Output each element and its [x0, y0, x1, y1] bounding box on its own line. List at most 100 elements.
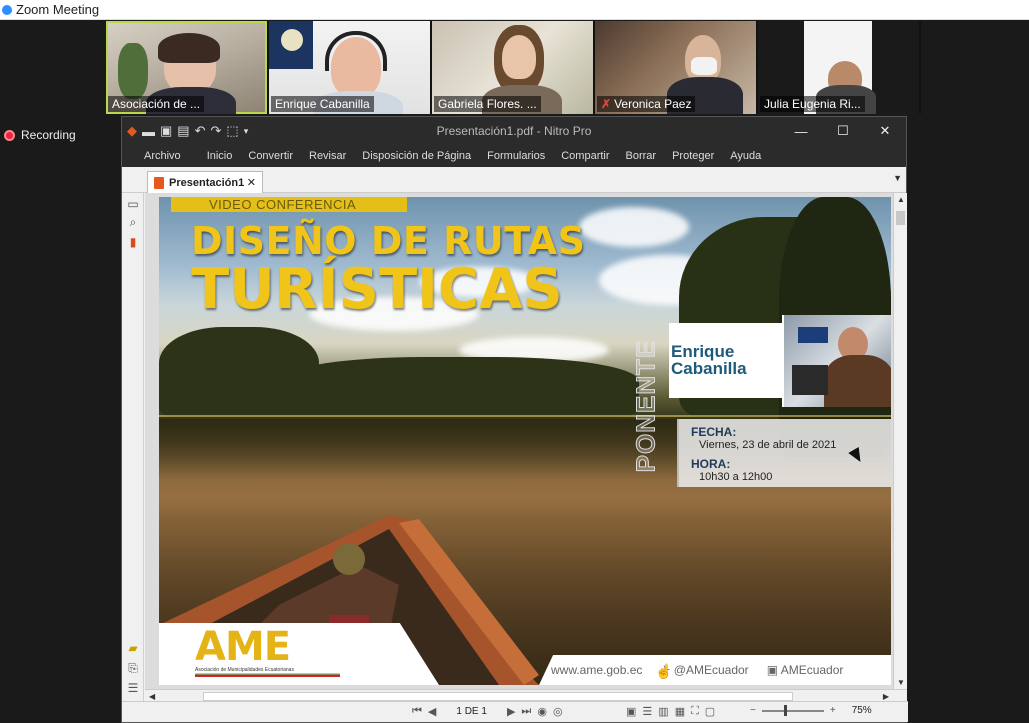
speaker-photo — [782, 315, 891, 407]
speaker-last-name: Cabanilla — [671, 359, 747, 378]
participant-name: Julia Eugenia Ri... — [760, 96, 865, 112]
zoom-level[interactable]: 75% — [852, 705, 872, 716]
ponente-label: PONENTE — [630, 339, 661, 473]
menu-compartir[interactable]: Compartir — [553, 150, 617, 162]
participant-gallery: Asociación de ... Enrique Cabanilla Gabr… — [106, 21, 921, 114]
menu-formularios[interactable]: Formularios — [479, 150, 553, 162]
pdf-file-icon — [154, 176, 164, 189]
continuous-view-icon[interactable]: ☰ — [642, 705, 652, 718]
bookmarks-panel-icon[interactable]: ▮ — [126, 235, 140, 249]
participant-name: Asociación de ... — [108, 96, 205, 112]
pdf-page-slide: VIDEO CONFERENCIA DISEÑO DE RUTAS TURÍST… — [159, 197, 891, 685]
vertical-scrollbar[interactable]: ▲ ▼ — [893, 193, 907, 689]
facing-view-icon[interactable]: ▥ — [658, 705, 668, 718]
slide-banner: VIDEO CONFERENCIA — [171, 197, 407, 212]
search-panel-icon[interactable]: ⌕ — [126, 215, 140, 229]
hscroll-thumb[interactable] — [203, 692, 793, 701]
open-folder-icon[interactable]: ▬ — [142, 124, 155, 139]
participant-name: Gabriela Flores. ... — [434, 96, 541, 112]
last-page-icon[interactable]: ⏭ — [521, 705, 531, 718]
maximize-button[interactable]: ☐ — [822, 117, 864, 145]
prev-page-icon[interactable]: ◀ — [428, 705, 436, 718]
facing-continuous-icon[interactable]: ▦ — [675, 705, 685, 718]
fullscreen-icon[interactable]: ⛶ — [691, 705, 699, 718]
redo-icon[interactable]: ↷ — [211, 123, 222, 139]
page-navigation: ⏮ ◀ 1 DE 1 ▶ ⏭ ◉ ◎ — [412, 705, 563, 718]
mic-muted-icon: ✗ — [601, 97, 612, 111]
pages-panel-icon[interactable]: ▭ — [126, 197, 140, 211]
participant-tile[interactable]: Enrique Cabanilla — [269, 21, 430, 114]
recording-indicator[interactable]: Recording — [4, 128, 76, 142]
menu-ayuda[interactable]: Ayuda — [722, 150, 769, 162]
layers-panel-icon[interactable]: ☰ — [126, 681, 140, 695]
quick-access-toolbar: ◆ ▬ ▣ ▤ ↶ ↷ ⬚ ▾ — [122, 123, 248, 139]
scroll-right-icon[interactable]: ▶ — [883, 692, 889, 701]
menu-inicio[interactable]: Inicio — [199, 150, 241, 162]
slide-title-line2: TURÍSTICAS — [191, 257, 563, 322]
document-view[interactable]: VIDEO CONFERENCIA DISEÑO DE RUTAS TURÍST… — [145, 193, 907, 703]
twitter-handle: ✈ @AMEcuador — [660, 663, 749, 677]
participant-name: ✗ Veronica Paez — [597, 96, 696, 112]
ecuador-flag-stripe — [195, 673, 340, 677]
participant-tile[interactable]: ✗ Veronica Paez — [595, 21, 756, 114]
nitro-pro-window: ◆ ▬ ▣ ▤ ↶ ↷ ⬚ ▾ Presentación1.pdf - Nitr… — [121, 116, 908, 723]
fit-page-icon[interactable]: ▢ — [705, 705, 715, 718]
next-page-icon[interactable]: ▶ — [507, 705, 515, 718]
page-count[interactable]: 1 DE 1 — [456, 706, 487, 717]
tabs-dropdown-icon[interactable]: ▼ — [893, 173, 902, 183]
slide-footer: AME Asociación de Municipalidades Ecuato… — [159, 623, 891, 685]
scroll-up-icon[interactable]: ▲ — [897, 195, 905, 204]
scroll-thumb[interactable] — [896, 211, 905, 225]
nitro-logo-icon: ◆ — [127, 123, 137, 138]
facebook-icon: ▣ — [766, 663, 779, 677]
speaker-first-name: Enrique — [671, 342, 735, 361]
forward-view-icon[interactable]: ◎ — [553, 705, 563, 718]
zoom-out-button[interactable]: − — [750, 705, 756, 716]
tab-presentacion1[interactable]: Presentación1 ✕ — [147, 171, 263, 193]
close-button[interactable]: ✕ — [864, 117, 906, 145]
record-icon — [4, 129, 15, 141]
hora-value: 10h30 a 12h00 — [699, 471, 773, 483]
scroll-left-icon[interactable]: ◀ — [149, 692, 155, 701]
window-controls: — ☐ ✕ — [780, 117, 906, 145]
scroll-down-icon[interactable]: ▼ — [897, 678, 905, 687]
menu-convertir[interactable]: Convertir — [240, 150, 301, 162]
customize-toolbar-icon[interactable]: ▾ — [244, 126, 249, 137]
print-icon[interactable]: ▤ — [177, 123, 189, 139]
undo-icon[interactable]: ↶ — [195, 123, 206, 139]
menu-disposicion[interactable]: Disposición de Página — [354, 150, 479, 162]
contact-band: www.ame.gob.ec ✈ @AMEcuador ▣ AMEcuador — [539, 655, 891, 685]
select-tool-icon[interactable]: ⬚ — [226, 123, 238, 139]
participant-tile[interactable]: Gabriela Flores. ... — [432, 21, 593, 114]
fecha-value: Viernes, 23 de abril de 2021 — [699, 439, 837, 451]
status-bar: ⏮ ◀ 1 DE 1 ▶ ⏭ ◉ ◎ ▣ ☰ ▥ ▦ ⛶ ▢ − + 75% — [122, 701, 908, 722]
zoom-slider[interactable] — [761, 704, 824, 716]
first-page-icon[interactable]: ⏮ — [412, 705, 422, 718]
participant-tile[interactable]: Julia Eugenia Ri... — [758, 21, 919, 114]
menu-archivo[interactable]: Archivo — [136, 150, 189, 162]
tab-close-icon[interactable]: ✕ — [247, 176, 256, 189]
attachments-panel-icon[interactable]: ⎘ — [126, 661, 140, 675]
save-icon[interactable]: ▣ — [160, 123, 172, 139]
tab-label: Presentación1 — [169, 176, 245, 189]
comments-panel-icon[interactable]: ▰ — [126, 641, 140, 655]
single-page-view-icon[interactable]: ▣ — [626, 705, 636, 718]
view-modes: ▣ ☰ ▥ ▦ ⛶ ▢ — [626, 705, 715, 718]
back-view-icon[interactable]: ◉ — [537, 705, 547, 718]
menu-proteger[interactable]: Proteger — [664, 150, 722, 162]
ribbon-menu: Archivo Inicio Convertir Revisar Disposi… — [122, 145, 906, 167]
document-tabs: Presentación1 ✕ ▼ — [122, 167, 906, 193]
left-side-panel: ▭ ⌕ ▮ ▰ ⎘ ☰ — [122, 193, 144, 703]
participant-tile[interactable]: Asociación de ... — [106, 21, 267, 114]
zoom-in-button[interactable]: + — [830, 705, 836, 716]
website-text: www.ame.gob.ec — [551, 663, 643, 677]
nitro-title-bar: ◆ ▬ ▣ ▤ ↶ ↷ ⬚ ▾ Presentación1.pdf - Nitr… — [122, 117, 906, 145]
ame-logo: AME Asociación de Municipalidades Ecuato… — [195, 627, 345, 679]
zoom-window-title: Zoom Meeting — [16, 2, 100, 17]
menu-borrar[interactable]: Borrar — [618, 150, 665, 162]
participant-name: Enrique Cabanilla — [271, 96, 374, 112]
hand-cursor-icon: ☝ — [655, 663, 673, 679]
minimize-button[interactable]: — — [780, 117, 822, 145]
recording-label: Recording — [21, 128, 76, 142]
menu-revisar[interactable]: Revisar — [301, 150, 354, 162]
